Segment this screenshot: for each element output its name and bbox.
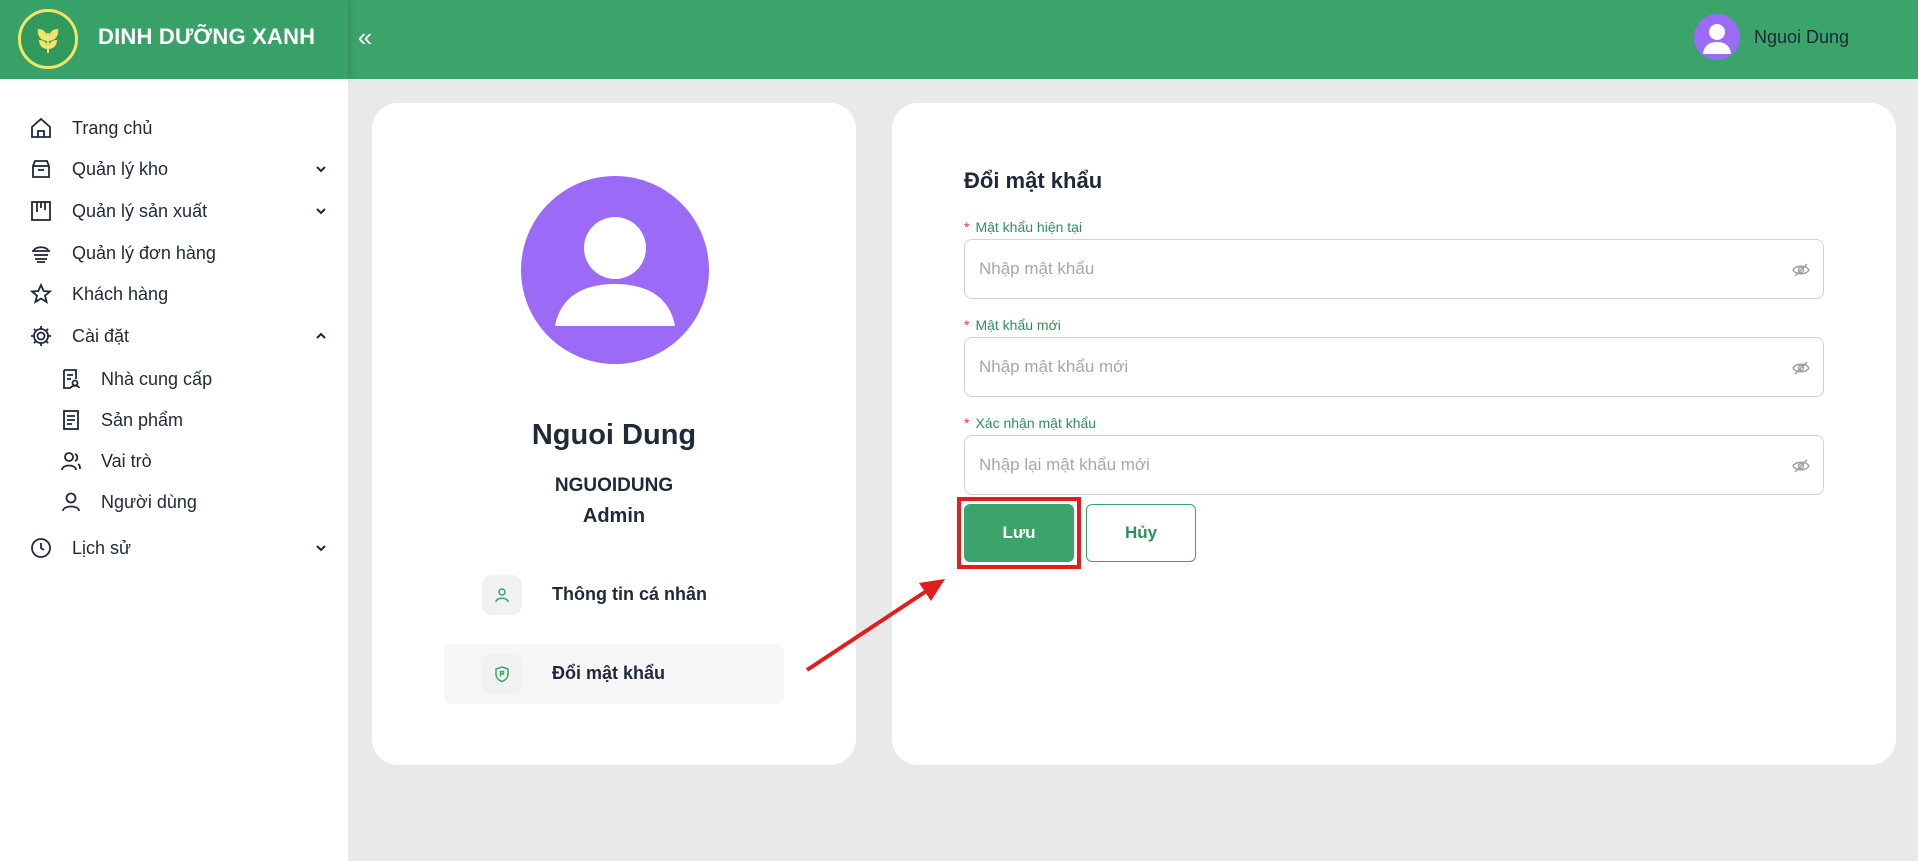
role-icon — [58, 448, 84, 474]
production-icon — [28, 198, 54, 224]
profile-role: Admin — [582, 505, 646, 527]
orders-icon — [28, 240, 54, 266]
sidebar-item-label: Khách hàng — [72, 283, 169, 304]
user-icon — [58, 489, 84, 515]
sidebar-item-label: Cài đặt — [72, 325, 130, 346]
sidebar-item-roles[interactable]: Vai trò — [0, 442, 348, 480]
shield-icon — [482, 654, 522, 694]
sidebar-item-label: Trang chủ — [72, 117, 153, 138]
sidebar-item-label: Người dùng — [101, 491, 197, 512]
sidebar-item-history[interactable]: Lịch sử — [0, 529, 348, 567]
sidebar-item-label: Quản lý đơn hàng — [72, 242, 216, 263]
confirm-password-label: * Xác nhận mật khẩu — [964, 415, 1096, 431]
profile-display-name: Nguoi Dung — [531, 419, 697, 451]
product-icon — [58, 407, 84, 433]
header-user-name[interactable]: Nguoi Dung — [1754, 27, 1849, 48]
sidebar: Trang chủ Quản lý kho Quản lý sản xuất Q… — [0, 79, 348, 861]
current-password-label: * Mật khẩu hiện tại — [964, 219, 1082, 235]
brand-name: DINH DƯỠNG XANH — [98, 24, 316, 49]
chevron-down-icon[interactable] — [312, 539, 330, 557]
history-icon — [28, 535, 54, 561]
sidebar-item-label: Lịch sử — [72, 537, 132, 558]
confirm-password-field[interactable] — [964, 435, 1824, 495]
sidebar-item-label: Quản lý sản xuất — [72, 200, 208, 221]
sidebar-item-users[interactable]: Người dùng — [0, 483, 348, 521]
required-mark: * — [964, 219, 970, 235]
brand-area: DINH DƯỠNG XANH — [0, 0, 348, 79]
save-button[interactable]: Lưu — [964, 504, 1074, 562]
new-password-input[interactable] — [979, 338, 1769, 396]
star-icon — [28, 281, 54, 307]
sidebar-item-label: Sản phẩm — [101, 409, 184, 430]
eye-off-icon[interactable] — [1791, 358, 1811, 378]
inventory-icon — [28, 156, 54, 182]
field-label-text: Xác nhận mật khẩu — [975, 415, 1097, 431]
section-title: Đổi mật khẩu — [964, 168, 1103, 193]
top-header: DINH DƯỠNG XANH « Nguoi Dung — [0, 0, 1918, 79]
collapse-sidebar-icon[interactable]: « — [350, 22, 380, 52]
field-label-text: Mật khẩu hiện tại — [975, 219, 1083, 235]
gear-icon — [28, 323, 54, 349]
menu-personal-info[interactable]: Thông tin cá nhân — [444, 565, 784, 625]
sidebar-item-home[interactable]: Trang chủ — [0, 109, 348, 147]
profile-card: Nguoi Dung NGUOIDUNG Admin Thông tin cá … — [372, 103, 856, 765]
chevron-down-icon[interactable] — [312, 160, 330, 178]
menu-change-password[interactable]: Đổi mật khẩu — [444, 644, 784, 704]
sidebar-item-suppliers[interactable]: Nhà cung cấp — [0, 360, 348, 398]
supplier-icon — [58, 366, 84, 392]
eye-off-icon[interactable] — [1791, 456, 1811, 476]
sidebar-item-orders[interactable]: Quản lý đơn hàng — [0, 234, 348, 272]
eye-off-icon[interactable] — [1791, 260, 1811, 280]
person-icon — [482, 575, 522, 615]
confirm-password-input[interactable] — [979, 436, 1769, 494]
sidebar-item-settings[interactable]: Cài đặt — [0, 317, 348, 355]
new-password-label: * Mật khẩu mới — [964, 317, 1061, 333]
menu-label: Đổi mật khẩu — [552, 663, 666, 683]
avatar[interactable] — [1694, 14, 1740, 60]
user-menu[interactable]: Nguoi Dung — [1694, 14, 1849, 60]
sidebar-item-customers[interactable]: Khách hàng — [0, 275, 348, 313]
sidebar-item-label: Quản lý kho — [72, 158, 169, 179]
change-password-card: Đổi mật khẩu * Mật khẩu hiện tại * Mật khẩ… — [892, 103, 1896, 765]
required-mark: * — [964, 415, 970, 431]
menu-label: Thông tin cá nhân — [552, 584, 707, 604]
current-password-field[interactable] — [964, 239, 1824, 299]
sidebar-item-label: Nhà cung cấp — [101, 368, 213, 389]
chevron-down-icon[interactable] — [312, 202, 330, 220]
field-label-text: Mật khẩu mới — [975, 317, 1061, 333]
home-icon — [28, 115, 54, 141]
profile-avatar — [521, 176, 709, 364]
required-mark: * — [964, 317, 970, 333]
cancel-button[interactable]: Hủy — [1086, 504, 1196, 562]
current-password-input[interactable] — [979, 240, 1769, 298]
new-password-field[interactable] — [964, 337, 1824, 397]
sidebar-item-production[interactable]: Quản lý sản xuất — [0, 192, 348, 230]
brand-logo-icon[interactable] — [18, 9, 78, 69]
chevron-up-icon[interactable] — [312, 327, 330, 345]
sidebar-item-inventory[interactable]: Quản lý kho — [0, 150, 348, 188]
profile-username: NGUOIDUNG — [554, 475, 674, 496]
sidebar-item-products[interactable]: Sản phẩm — [0, 401, 348, 439]
sidebar-item-label: Vai trò — [101, 450, 152, 471]
